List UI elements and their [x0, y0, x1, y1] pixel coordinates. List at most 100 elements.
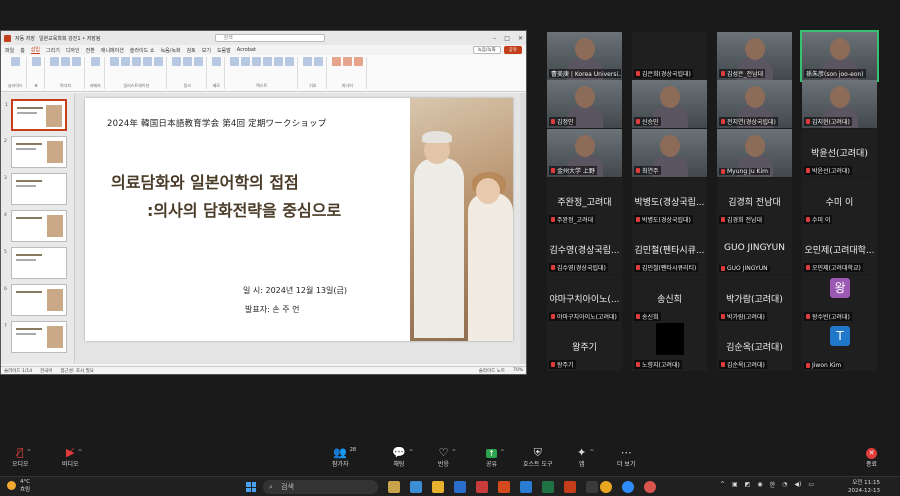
audio-button[interactable]: 🎙̸ ^ 오디오 [12, 446, 32, 468]
participant-tile[interactable]: 김성은_전남대 [717, 32, 792, 80]
participant-tile[interactable]: 오민제(고려대학... 오민제(고려대학교) [802, 226, 877, 274]
comment-icon[interactable] [211, 57, 221, 66]
zoom-link-icon[interactable] [171, 57, 181, 66]
tab-file[interactable]: 파일 [5, 47, 14, 54]
tab-animations[interactable]: 애니메이션 [101, 47, 124, 54]
chart-icon[interactable] [153, 57, 163, 66]
participant-tile[interactable]: Myung Ju Kim [717, 129, 792, 177]
windows-start-icon[interactable] [246, 482, 256, 492]
chrome-icon[interactable] [600, 481, 612, 493]
record-button[interactable]: 녹음/녹화 [472, 46, 501, 54]
3d-model-icon[interactable] [131, 57, 141, 66]
weather-widget[interactable]: 4°C 흐림 [7, 478, 30, 494]
tray-app-icon[interactable]: ◉ [757, 481, 762, 488]
participant-tile[interactable]: 김민철(펜타시큐... 김민철(펜타시큐리티) [632, 226, 707, 274]
new-slide-icon[interactable] [10, 57, 20, 66]
screen-record-icon[interactable] [353, 57, 363, 66]
icons-icon[interactable] [120, 57, 130, 66]
tab-design[interactable]: 디자인 [66, 47, 80, 54]
store-icon[interactable] [586, 481, 598, 493]
excel-icon[interactable] [542, 481, 554, 493]
tab-home[interactable]: 홈 [20, 47, 25, 54]
tab-draw[interactable]: 그리기 [46, 47, 60, 54]
slide-thumbnail[interactable]: 2 [4, 136, 67, 168]
reactions-button[interactable]: ♡ ^ 반응 [438, 446, 456, 468]
participant-tile[interactable]: 신승민 [632, 80, 707, 128]
video-insert-icon[interactable] [331, 57, 341, 66]
participant-tile[interactable]: 전지연(경상국립대) [717, 80, 792, 128]
zoom-icon[interactable] [622, 481, 634, 493]
participant-tile[interactable]: 노향지(고려대) [632, 323, 707, 371]
slide-number-icon[interactable] [273, 57, 283, 66]
object-icon[interactable] [284, 57, 294, 66]
slide-editing-area[interactable]: 2024年 韓国日本語教育学会 第4回 定期ワークショップ 의료담화와 일본어학… [75, 93, 526, 364]
participant-tile[interactable]: 야마구치아이노(... 야마구치아이노(고려대) [547, 275, 622, 323]
slide-thumbnail[interactable]: 7 [4, 321, 67, 353]
tray-chevron-icon[interactable]: ^ [720, 481, 725, 488]
audio-insert-icon[interactable] [342, 57, 352, 66]
tab-slideshow[interactable]: 슬라이드 쇼 [130, 47, 155, 54]
symbol-icon[interactable] [313, 57, 323, 66]
picture-icon[interactable] [49, 57, 59, 66]
ime-language[interactable]: 한 [770, 480, 776, 489]
participant-tile[interactable]: 김경희 전남대 김경희 전남대 [717, 178, 792, 226]
participant-tile[interactable]: 김정인 [547, 80, 622, 128]
participant-tile[interactable]: 주완정_고려대 주완정_고려대 [547, 178, 622, 226]
status-accessibility[interactable]: 접근성: 조사 필요 [61, 368, 94, 374]
minimize-icon[interactable]: – [493, 35, 496, 42]
participant-tile[interactable]: 최연주 [632, 129, 707, 177]
participant-tile[interactable]: 김수영(경상국립... 김수영(경상국립대) [547, 226, 622, 274]
tab-review[interactable]: 검토 [187, 47, 196, 54]
share-screen-button[interactable]: ↑ ^ 공유 [486, 446, 505, 468]
ppt-search-input[interactable]: 검색 [214, 34, 325, 42]
system-clock[interactable]: 오전 11:15 2024-12-13 [848, 479, 880, 495]
date-time-icon[interactable] [262, 57, 272, 66]
edge-icon[interactable] [410, 481, 422, 493]
participant-tile[interactable]: 박가람(고려대) 박가람(고려대) [717, 275, 792, 323]
wifi-icon[interactable]: ◔ [782, 481, 787, 488]
current-slide[interactable]: 2024年 韓国日本語教育学会 第4回 定期ワークショップ 의료담화와 일본어학… [85, 98, 513, 341]
slide-thumbnail[interactable]: 1 [5, 99, 67, 131]
powerpoint-icon[interactable] [564, 481, 576, 493]
tab-insert[interactable]: 삽입 [30, 46, 41, 54]
participant-tile[interactable]: 왕주기 왕주기 [547, 323, 622, 371]
slide-thumbnail[interactable]: 4 [4, 210, 67, 242]
file-explorer-icon[interactable] [432, 481, 444, 493]
tray-app-icon[interactable]: ◩ [745, 481, 751, 488]
participant-tile[interactable]: 김은희(경상국립대) [632, 32, 707, 80]
apps-button[interactable]: ✦ ^ 앱 [577, 446, 594, 468]
participant-tile[interactable]: 김지현(고려대) [802, 80, 877, 128]
ppt-share-button[interactable]: 공유 [503, 46, 522, 54]
participant-tile[interactable]: 金州大学 上野 [547, 129, 622, 177]
smartart-icon[interactable] [142, 57, 152, 66]
more-button[interactable]: ⋯ 더 보기 [617, 446, 635, 468]
end-meeting-button[interactable]: ✕ 종료 [866, 448, 877, 468]
slide-thumbnail[interactable]: 5 [4, 247, 67, 279]
participant-tile[interactable]: 曹美庚 | Korea Universi... [547, 32, 622, 80]
participant-tile[interactable]: 박윤선(고려대) 박윤선(고려대) [802, 129, 877, 177]
tray-app-icon[interactable]: ▣ [732, 481, 738, 488]
table-icon[interactable] [31, 57, 41, 66]
participant-tile[interactable]: 孫朱彦(son joo-eon) [800, 30, 879, 82]
album-icon[interactable] [71, 57, 81, 66]
participant-tile[interactable]: GUO JINGYUN GUO JINGYUN [717, 226, 792, 274]
tab-acrobat[interactable]: Acrobat [237, 47, 256, 53]
colorful-app-icon[interactable] [388, 481, 400, 493]
office-icon[interactable] [498, 481, 510, 493]
vertical-scrollbar[interactable] [520, 93, 526, 364]
cameo-icon[interactable] [90, 57, 100, 66]
photos-icon[interactable] [476, 481, 488, 493]
video-button[interactable]: ▶̸ ^ 비디오 [62, 446, 83, 468]
recorder-icon[interactable] [644, 481, 656, 493]
header-footer-icon[interactable] [240, 57, 250, 66]
participant-tile[interactable]: T Jiwon Kim [802, 323, 877, 371]
wordart-icon[interactable] [251, 57, 261, 66]
participant-tile[interactable]: 수미 이 수미 이 [802, 178, 877, 226]
participant-tile[interactable]: 송신희 송신희 [632, 275, 707, 323]
slide-thumbnail[interactable]: 6 [4, 284, 67, 316]
tab-transitions[interactable]: 전환 [86, 47, 95, 54]
status-zoom[interactable]: 70% [513, 368, 523, 373]
close-icon[interactable]: ✕ [518, 35, 523, 42]
autosave-toggle[interactable]: 자동 저장 [15, 35, 35, 42]
slide-thumbnails-pane[interactable]: 1 2 3 4 5 6 7 [1, 93, 75, 364]
